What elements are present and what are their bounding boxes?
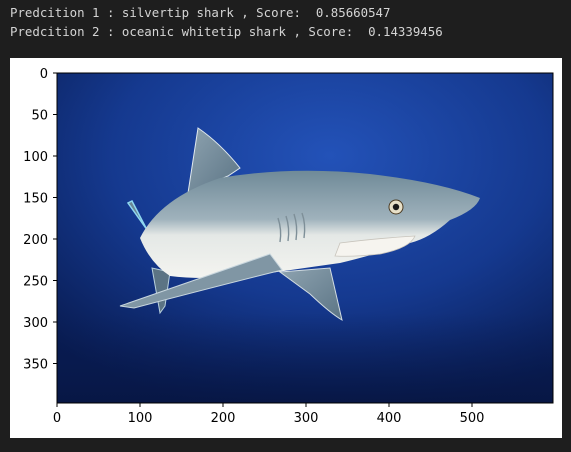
x-tick-label: 300 xyxy=(294,411,319,426)
x-tick-label: 0 xyxy=(53,411,61,426)
prediction-2-text: Predcition 2 : oceanic whitetip shark , … xyxy=(10,24,443,39)
shark-image xyxy=(57,73,553,403)
y-tick-label: 150 xyxy=(23,192,48,207)
eye-pupil xyxy=(392,203,400,211)
x-tick-label: 400 xyxy=(377,411,402,426)
seafloor-shadow xyxy=(57,313,553,403)
figure-canvas: 0 50 100 150 200 250 300 350 0 100 200 3… xyxy=(23,67,554,426)
y-axis: 0 50 100 150 200 250 300 350 xyxy=(23,67,57,373)
y-tick-label: 350 xyxy=(23,358,48,373)
y-tick-label: 300 xyxy=(23,316,48,331)
y-tick-label: 0 xyxy=(40,67,48,82)
x-axis: 0 100 200 300 400 500 xyxy=(53,403,485,426)
x-tick-label: 200 xyxy=(211,411,236,426)
y-tick-label: 50 xyxy=(31,109,48,124)
matplotlib-figure: 0 50 100 150 200 250 300 350 0 100 200 3… xyxy=(10,58,562,438)
x-tick-label: 500 xyxy=(460,411,485,426)
y-tick-label: 200 xyxy=(23,233,48,248)
x-tick-label: 100 xyxy=(128,411,153,426)
y-tick-label: 100 xyxy=(23,150,48,165)
y-tick-label: 250 xyxy=(23,275,48,290)
prediction-1-text: Predcition 1 : silvertip shark , Score: … xyxy=(10,5,391,20)
